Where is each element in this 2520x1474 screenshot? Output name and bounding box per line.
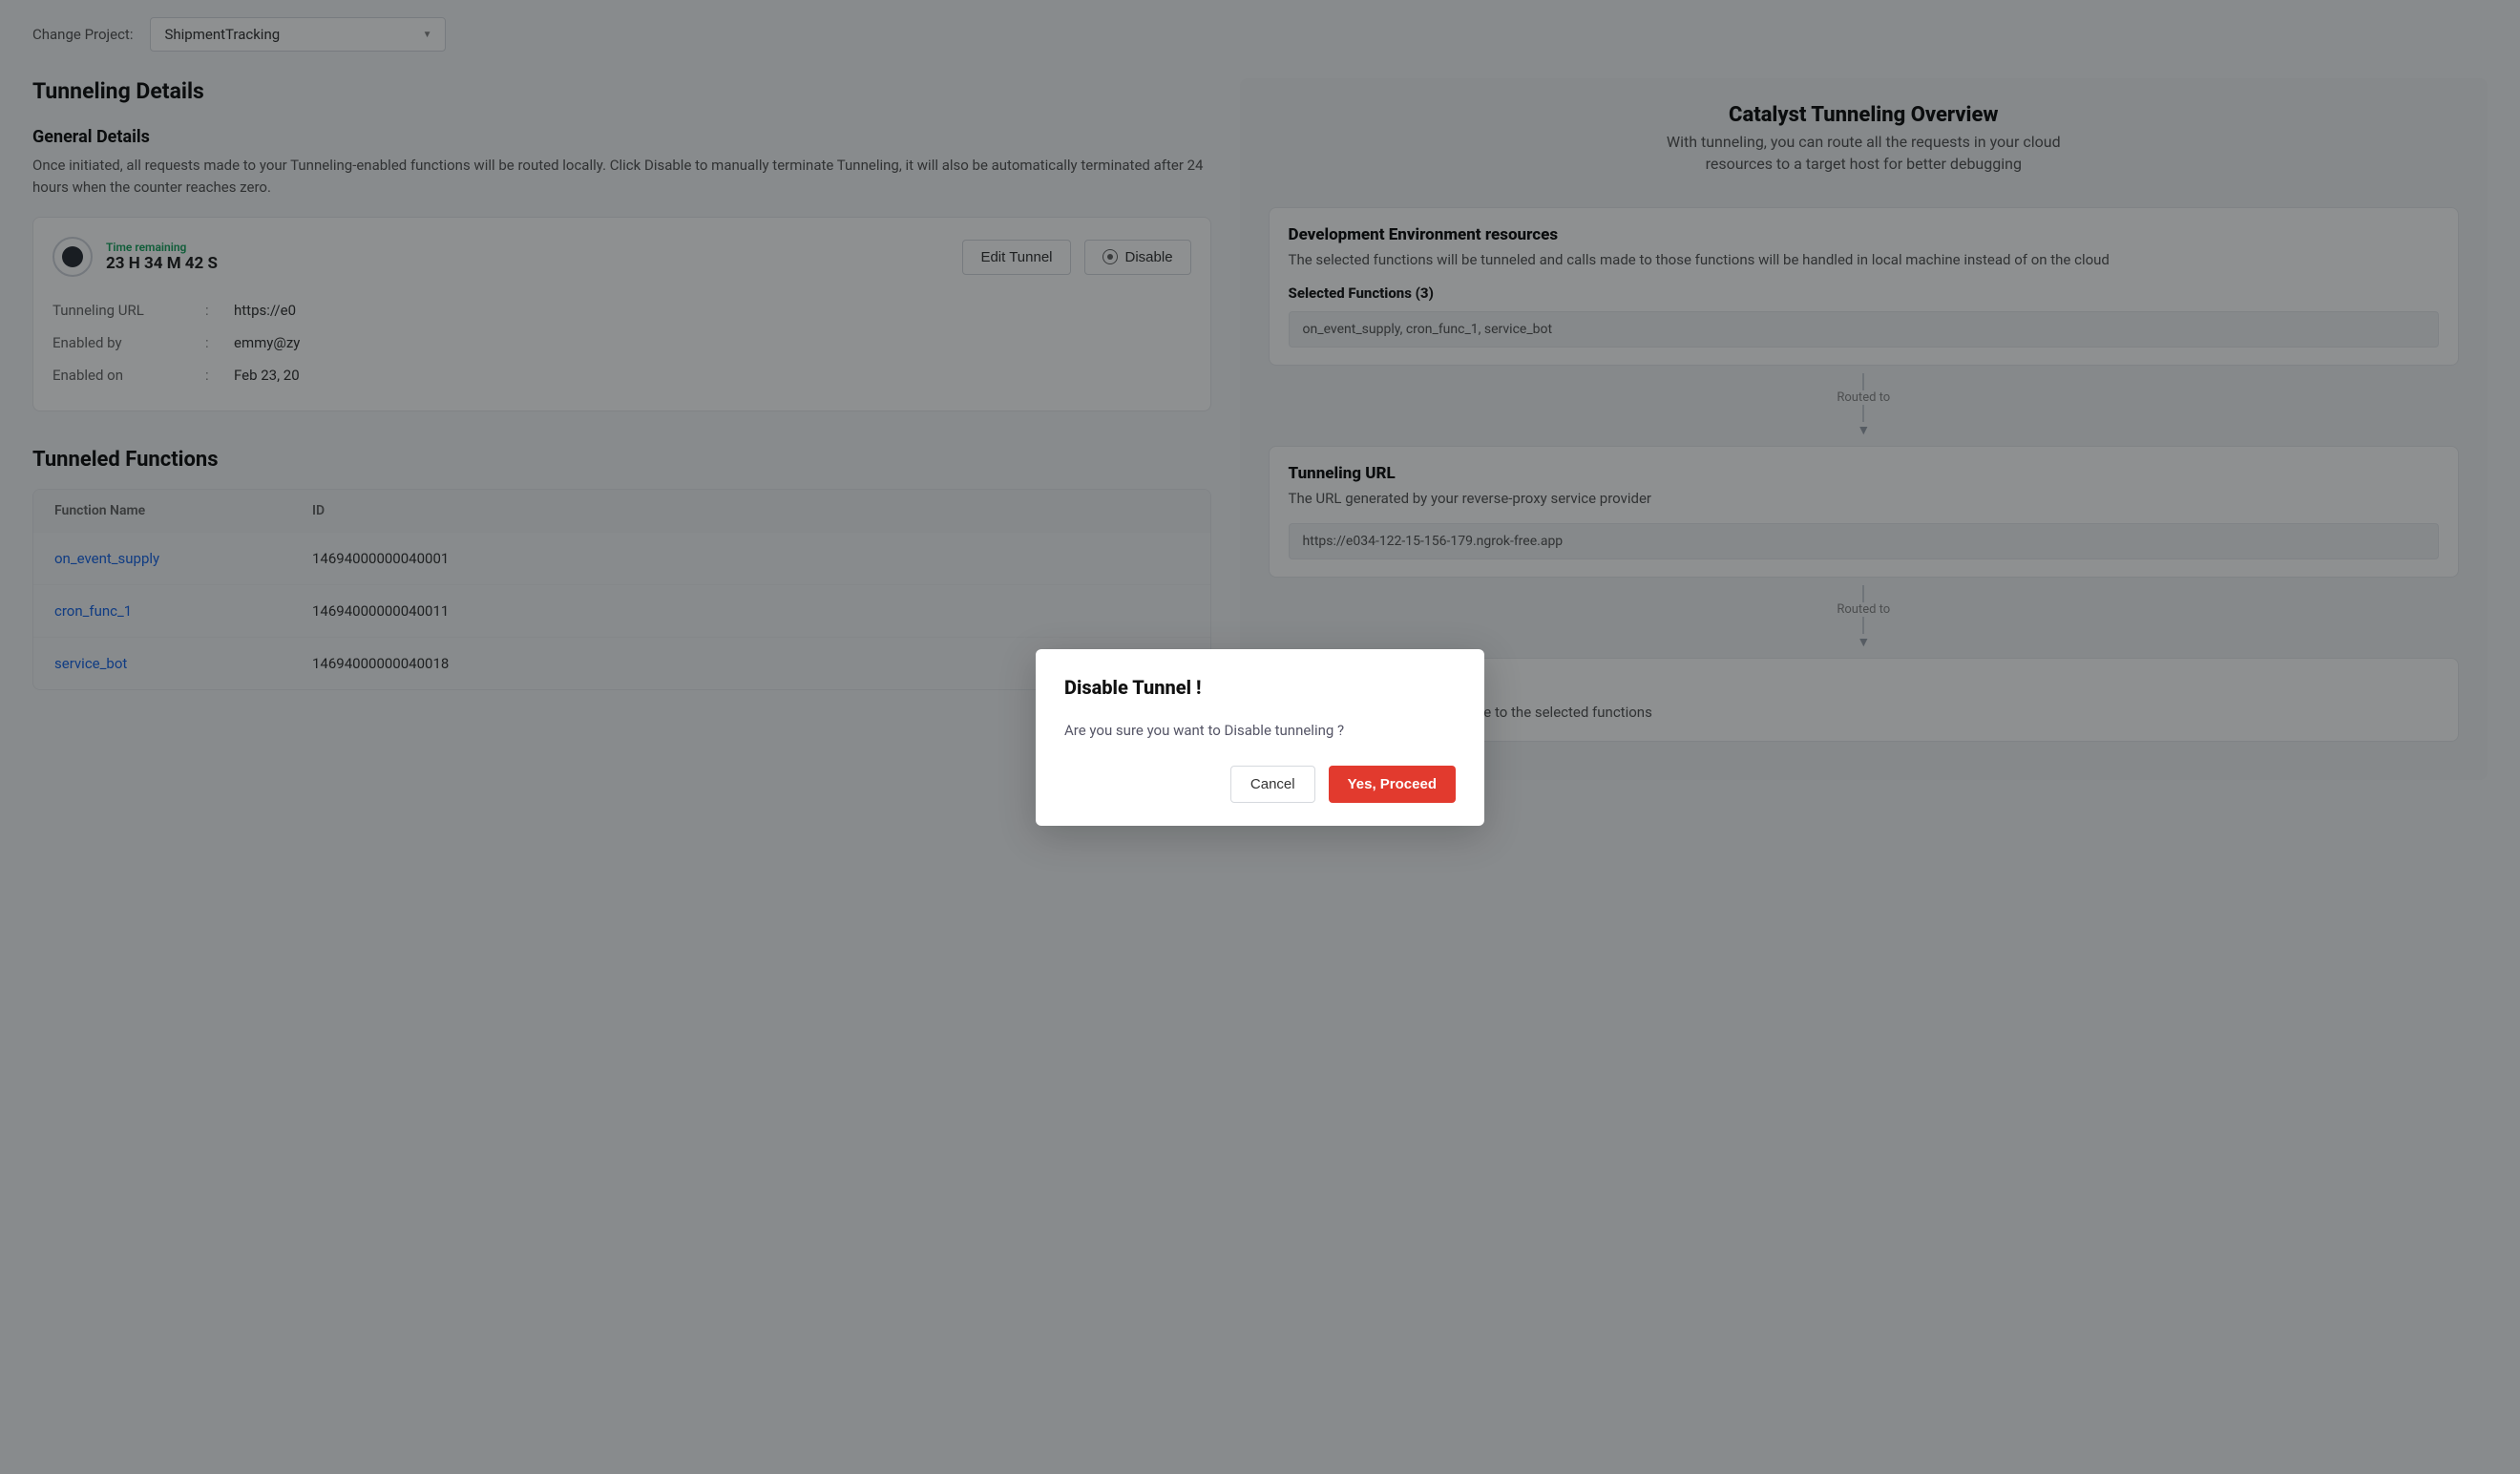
modal-overlay[interactable]: Disable Tunnel ! Are you sure you want t… <box>0 0 2520 1474</box>
disable-tunnel-modal: Disable Tunnel ! Are you sure you want t… <box>1036 649 1484 826</box>
cancel-button[interactable]: Cancel <box>1230 766 1315 803</box>
modal-body: Are you sure you want to Disable tunneli… <box>1064 722 1456 739</box>
proceed-button[interactable]: Yes, Proceed <box>1329 766 1456 803</box>
modal-title: Disable Tunnel ! <box>1064 676 1456 699</box>
